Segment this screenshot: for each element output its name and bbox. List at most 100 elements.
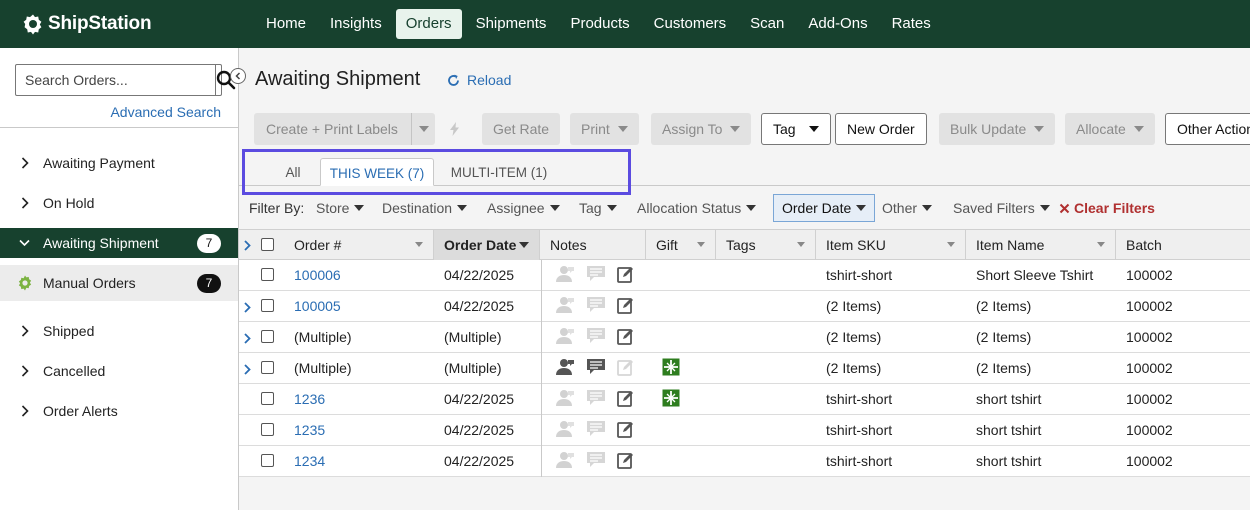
row-checkbox[interactable] bbox=[261, 361, 274, 374]
expand-row-icon[interactable] bbox=[244, 331, 251, 347]
internal-note-icon[interactable] bbox=[586, 358, 606, 379]
table-row[interactable]: 1234 04/22/2025 tshirt-short short tshirt 10… bbox=[239, 446, 1250, 477]
column-header-order[interactable]: Order # bbox=[284, 230, 434, 260]
order-number-link[interactable]: 1234 bbox=[284, 446, 325, 476]
customer-note-icon[interactable] bbox=[555, 451, 575, 472]
search-input[interactable] bbox=[16, 65, 215, 95]
table-row[interactable]: 1235 04/22/2025 tshirt-short short tshirt 10… bbox=[239, 415, 1250, 446]
column-menu-icon[interactable] bbox=[797, 242, 805, 247]
order-number-link[interactable]: 1235 bbox=[284, 415, 325, 445]
edit-note-icon[interactable] bbox=[617, 389, 635, 410]
column-header-item-sku[interactable]: Item SKU bbox=[816, 230, 966, 260]
column-menu-icon[interactable] bbox=[519, 242, 529, 248]
nav-products[interactable]: Products bbox=[560, 9, 639, 39]
sidebar-item-cancelled[interactable]: Cancelled bbox=[0, 356, 238, 386]
table-row[interactable]: (Multiple) (Multiple) (2 Items) (2 Items) 10… bbox=[239, 353, 1250, 384]
row-checkbox[interactable] bbox=[261, 423, 274, 436]
clear-filters-button[interactable]: Clear Filters bbox=[1059, 200, 1155, 216]
filter-destination[interactable]: Destination bbox=[374, 194, 475, 222]
column-menu-icon[interactable] bbox=[697, 242, 705, 247]
assign-to-button[interactable]: Assign To bbox=[651, 113, 752, 145]
table-row[interactable]: 100005 04/22/2025 (2 Items) (2 Items) 100002 bbox=[239, 291, 1250, 322]
sidebar-item-on-hold[interactable]: On Hold bbox=[0, 188, 238, 218]
filter-allocation-status[interactable]: Allocation Status bbox=[629, 194, 764, 222]
column-header-item-name[interactable]: Item Name bbox=[966, 230, 1116, 260]
order-number-link[interactable]: 100005 bbox=[284, 291, 341, 321]
nav-home[interactable]: Home bbox=[256, 9, 316, 39]
sidebar-item-awaiting-payment[interactable]: Awaiting Payment bbox=[0, 148, 238, 178]
filter-assignee[interactable]: Assignee bbox=[479, 194, 568, 222]
column-menu-icon[interactable] bbox=[947, 242, 955, 247]
column-menu-icon[interactable] bbox=[415, 242, 423, 247]
internal-note-icon[interactable] bbox=[586, 389, 606, 410]
nav-rates[interactable]: Rates bbox=[882, 9, 941, 39]
edit-note-icon[interactable] bbox=[617, 358, 635, 379]
table-row[interactable]: 1236 04/22/2025 tshirt-short short tshirt 10… bbox=[239, 384, 1250, 415]
table-row[interactable]: (Multiple) (Multiple) (2 Items) (2 Items) 10… bbox=[239, 322, 1250, 353]
bulk-update-button[interactable]: Bulk Update bbox=[939, 113, 1056, 145]
create-print-dropdown[interactable] bbox=[412, 126, 435, 132]
customer-note-icon[interactable] bbox=[555, 296, 575, 317]
table-row[interactable]: 100006 04/22/2025 tshirt-short Short Sleeve… bbox=[239, 260, 1250, 291]
reload-button[interactable]: Reload bbox=[447, 72, 511, 88]
column-header-order-date[interactable]: Order Date bbox=[434, 230, 540, 260]
sidebar-item-shipped[interactable]: Shipped bbox=[0, 316, 238, 346]
internal-note-icon[interactable] bbox=[586, 420, 606, 441]
sidebar-item-order-alerts[interactable]: Order Alerts bbox=[0, 396, 238, 426]
print-button[interactable]: Print bbox=[570, 113, 639, 145]
advanced-search-link[interactable]: Advanced Search bbox=[110, 104, 221, 120]
internal-note-icon[interactable] bbox=[586, 296, 606, 317]
row-checkbox[interactable] bbox=[261, 454, 274, 467]
tab-multi-item[interactable]: MULTI-ITEM (1) bbox=[449, 158, 549, 186]
nav-insights[interactable]: Insights bbox=[320, 9, 392, 39]
customer-note-icon[interactable] bbox=[555, 389, 575, 410]
expand-row-icon[interactable] bbox=[244, 362, 251, 378]
column-header-gift[interactable]: Gift bbox=[646, 230, 716, 260]
sidebar-item-awaiting-shipment[interactable]: Awaiting Shipment 7 bbox=[0, 228, 238, 258]
edit-note-icon[interactable] bbox=[617, 296, 635, 317]
new-order-button[interactable]: New Order bbox=[835, 113, 927, 145]
filter-saved-filters[interactable]: Saved Filters bbox=[945, 194, 1058, 222]
row-checkbox[interactable] bbox=[261, 268, 274, 281]
column-header-tags[interactable]: Tags bbox=[716, 230, 816, 260]
order-number-link[interactable]: 1236 bbox=[284, 384, 325, 414]
row-checkbox[interactable] bbox=[261, 299, 274, 312]
column-header-notes[interactable]: Notes bbox=[540, 230, 646, 260]
internal-note-icon[interactable] bbox=[586, 265, 606, 286]
tag-button[interactable]: Tag bbox=[761, 113, 831, 145]
create-print-labels-button[interactable]: Create + Print Labels bbox=[254, 113, 435, 145]
edit-note-icon[interactable] bbox=[617, 451, 635, 472]
edit-note-icon[interactable] bbox=[617, 420, 635, 441]
filter-store[interactable]: Store bbox=[308, 194, 372, 222]
customer-note-icon[interactable] bbox=[555, 327, 575, 348]
order-number-link[interactable]: 100006 bbox=[284, 260, 341, 290]
internal-note-icon[interactable] bbox=[586, 451, 606, 472]
customer-note-icon[interactable] bbox=[555, 358, 575, 379]
customer-note-icon[interactable] bbox=[555, 265, 575, 286]
tab-all[interactable]: All bbox=[277, 158, 309, 186]
get-rate-button[interactable]: Get Rate bbox=[482, 113, 561, 145]
expand-row-icon[interactable] bbox=[244, 300, 251, 316]
shipstation-logo[interactable]: ShipStation bbox=[22, 11, 152, 37]
allocate-button[interactable]: Allocate bbox=[1065, 113, 1155, 145]
nav-add-ons[interactable]: Add-Ons bbox=[798, 9, 877, 39]
collapse-sidebar-button[interactable] bbox=[230, 68, 246, 84]
sidebar-item-manual-orders[interactable]: Manual Orders 7 bbox=[0, 265, 238, 301]
nav-customers[interactable]: Customers bbox=[644, 9, 737, 39]
filter-other[interactable]: Other bbox=[874, 194, 940, 222]
customer-note-icon[interactable] bbox=[555, 420, 575, 441]
other-actions-button[interactable]: Other Actions bbox=[1165, 113, 1250, 145]
column-menu-icon[interactable] bbox=[1097, 242, 1105, 247]
row-checkbox[interactable] bbox=[261, 392, 274, 405]
edit-note-icon[interactable] bbox=[617, 327, 635, 348]
row-checkbox[interactable] bbox=[261, 330, 274, 343]
edit-note-icon[interactable] bbox=[617, 265, 635, 286]
filter-order-date[interactable]: Order Date bbox=[773, 194, 876, 222]
nav-scan[interactable]: Scan bbox=[740, 9, 794, 39]
expand-all-icon[interactable] bbox=[244, 238, 251, 254]
tab-this-week[interactable]: THIS WEEK (7) bbox=[320, 158, 434, 186]
column-header-batch[interactable]: Batch bbox=[1116, 230, 1250, 260]
nav-shipments[interactable]: Shipments bbox=[466, 9, 557, 39]
select-all-checkbox[interactable] bbox=[261, 238, 274, 251]
nav-orders[interactable]: Orders bbox=[395, 9, 462, 39]
